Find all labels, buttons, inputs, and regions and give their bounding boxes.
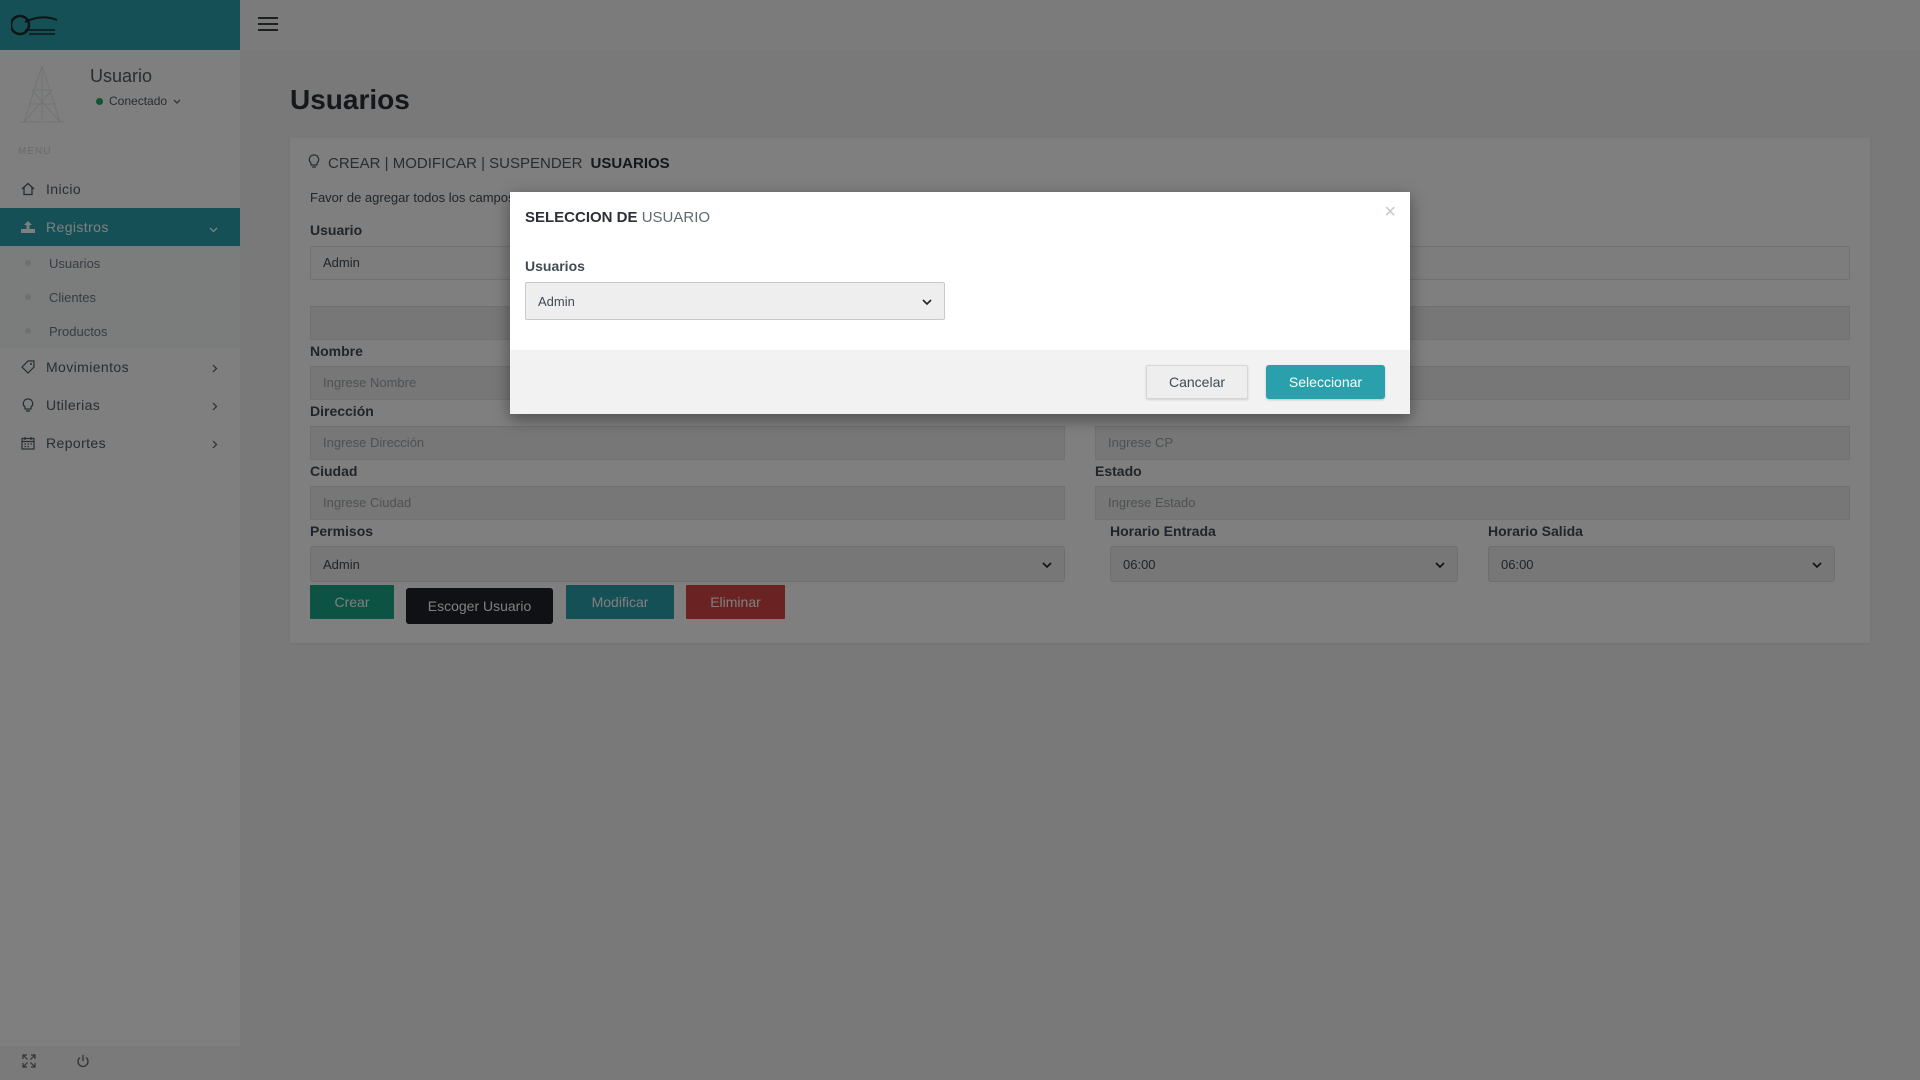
chevron-down-icon <box>922 294 932 309</box>
select-user-modal: SELECCION DE USUARIO × Usuarios Admin Ca… <box>510 192 1410 414</box>
modal-backdrop[interactable] <box>0 0 1920 1080</box>
modal-title: SELECCION DE USUARIO <box>525 209 710 226</box>
usuarios-select-label: Usuarios <box>525 258 585 274</box>
close-icon[interactable]: × <box>1384 202 1396 222</box>
modal-title-light: USUARIO <box>641 209 711 226</box>
usuarios-select[interactable]: Admin <box>525 282 945 320</box>
usuarios-selected: Admin <box>538 293 575 309</box>
select-button[interactable]: Seleccionar <box>1266 365 1385 399</box>
modal-footer: Cancelar Seleccionar <box>510 350 1410 414</box>
cancel-button[interactable]: Cancelar <box>1146 365 1248 399</box>
modal-title-bold: SELECCION DE <box>525 209 638 226</box>
